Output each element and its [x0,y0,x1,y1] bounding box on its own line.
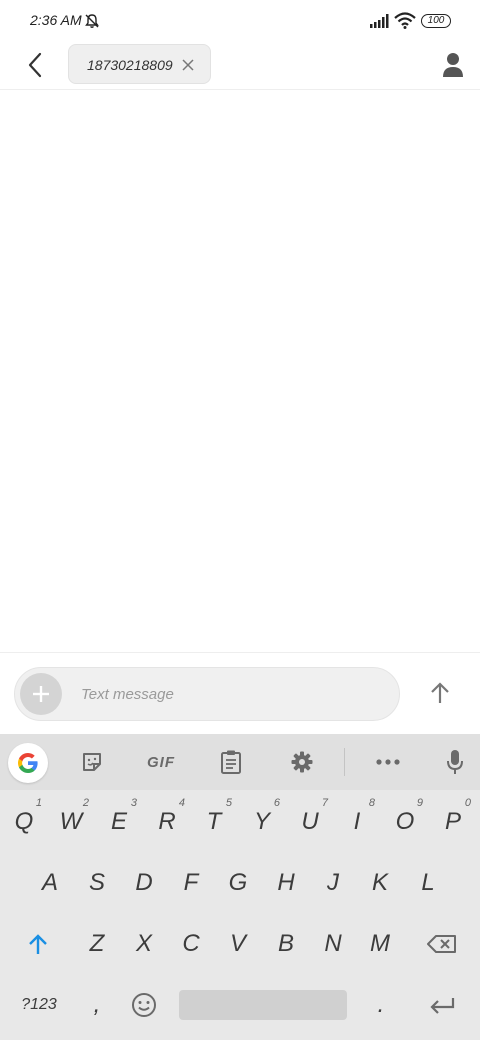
keyboard: G I F Q 1 W 2 E 3 R 4 T 5 Y 6 U 7 I 8 O 9 … [0,734,480,1040]
key-u[interactable]: U7 [288,797,332,847]
keyboard-toolbar: GIF [0,734,480,790]
smiley-icon [132,993,156,1017]
key-t[interactable]: T5 [192,797,236,847]
key-hint: 4 [178,797,185,809]
key-w[interactable]: W2 [49,797,93,847]
key-a[interactable]: A [27,858,73,908]
key-label: O [395,808,415,835]
back-button[interactable] [18,48,52,82]
key-hint: 3 [130,797,137,809]
key-d[interactable]: D [121,858,167,908]
compose-box [14,667,400,721]
key-k[interactable]: K [357,858,403,908]
key-label: E [110,808,127,835]
battery-icon: 100 [421,14,451,28]
key-hint: 9 [416,797,423,809]
google-icon [18,753,38,773]
shift-key[interactable] [8,919,68,969]
cell-signal-icon [370,14,389,28]
settings-button[interactable] [284,744,320,780]
key-l[interactable]: L [405,858,451,908]
comma-key[interactable]: , [74,980,120,1030]
shift-arrow-icon [29,934,47,954]
toolbar-divider [344,748,345,776]
key-f[interactable]: F [168,858,214,908]
send-button[interactable] [422,675,458,711]
key-hint: 1 [35,797,42,809]
key-s[interactable]: S [74,858,120,908]
period-key[interactable]: . [358,980,404,1030]
key-label: Q [14,808,34,835]
key-label: W [59,808,83,835]
key-i[interactable]: I8 [335,797,379,847]
key-label: P [444,808,461,835]
sticker-button[interactable] [74,744,110,780]
key-p[interactable]: P0 [431,797,475,847]
recipient-chip[interactable]: 18730218809 [68,44,211,84]
key-y[interactable]: Y6 [240,797,284,847]
key-v[interactable]: V [215,919,261,969]
close-icon[interactable] [179,56,197,74]
key-h[interactable]: H [263,858,309,908]
key-label: T [206,808,222,835]
enter-arrow-icon [430,998,455,1014]
gif-button[interactable]: GIF [140,744,182,780]
gear-icon [291,751,313,773]
key-e[interactable]: E3 [97,797,141,847]
google-button[interactable] [8,743,48,783]
mic-icon [447,750,463,774]
key-x[interactable]: X [121,919,167,969]
key-m[interactable]: M [357,919,403,969]
compose-divider [0,652,480,653]
back-arrow-icon [28,52,42,78]
sticker-icon [83,753,101,771]
key-hint: 0 [464,797,471,809]
status-time: 2:36 AM [30,12,82,28]
backspace-key[interactable] [412,919,472,969]
more-icon [376,759,400,765]
key-r[interactable]: R4 [145,797,189,847]
more-button[interactable] [370,744,406,780]
emoji-key[interactable] [121,980,167,1030]
conversation-header: 18730218809 [0,42,480,90]
key-hint: 6 [273,797,280,809]
symbols-key[interactable]: ?123 [8,980,70,1030]
wifi-icon [394,12,416,29]
gif-label: GIF [147,753,175,771]
key-q[interactable]: Q1 [2,797,46,847]
key-hint: 8 [368,797,375,809]
key-label: U [301,808,319,835]
status-bar: 2:36 AM 100 [0,0,480,42]
key-g[interactable]: G [215,858,261,908]
message-input[interactable] [81,680,381,708]
key-label: R [158,808,176,835]
key-label: I [353,808,361,835]
key-z[interactable]: Z [74,919,120,969]
clipboard-button[interactable] [213,744,249,780]
space-bar[interactable] [179,990,347,1020]
plus-icon [33,686,49,702]
key-hint: 7 [321,797,328,809]
key-b[interactable]: B [263,919,309,969]
key-c[interactable]: C [168,919,214,969]
enter-key[interactable] [412,980,472,1030]
key-label: Y [253,808,270,835]
backspace-icon [427,935,456,953]
attach-button[interactable] [20,673,62,715]
key-j[interactable]: J [310,858,356,908]
key-hint: 5 [225,797,232,809]
key-o[interactable]: O9 [383,797,427,847]
up-arrow-icon [431,682,449,703]
person-icon[interactable] [438,50,468,80]
voice-input-button[interactable] [437,744,473,780]
key-n[interactable]: N [310,919,356,969]
mute-bell-icon [85,14,99,28]
key-hint: 2 [82,797,89,809]
recipient-number: 18730218809 [87,57,173,73]
clipboard-icon [221,750,241,774]
battery-level: 100 [427,15,445,26]
